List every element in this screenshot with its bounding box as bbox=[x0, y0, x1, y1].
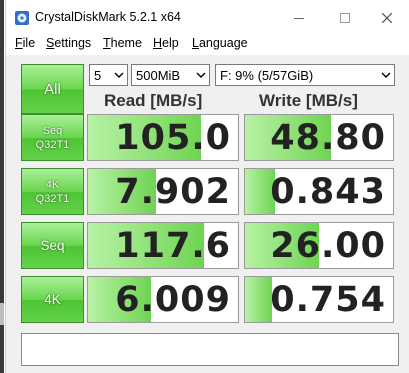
seq-q32t1-button[interactable]: Seq Q32T1 bbox=[21, 114, 84, 161]
read-result-cell: 117.6 bbox=[87, 222, 239, 269]
app-disk-icon bbox=[15, 11, 29, 25]
write-value: 48.80 bbox=[270, 118, 386, 158]
write-value: 26.00 bbox=[270, 226, 386, 266]
row-label-line2: Q32T1 bbox=[35, 192, 70, 205]
read-result-cell: 6.009 bbox=[87, 276, 239, 323]
4k-q32t1-button[interactable]: 4K Q32T1 bbox=[21, 168, 84, 215]
read-value: 7.902 bbox=[115, 172, 231, 212]
row-label-line2: Q32T1 bbox=[35, 138, 70, 151]
drive-select[interactable]: F: 9% (5/57GiB) bbox=[215, 64, 395, 86]
all-button[interactable]: All bbox=[21, 64, 84, 114]
minimize-icon bbox=[294, 17, 304, 19]
read-value: 117.6 bbox=[115, 226, 231, 266]
write-progress-bar bbox=[245, 277, 272, 322]
test-count-value: 5 bbox=[94, 68, 102, 83]
maximize-button[interactable] bbox=[322, 0, 368, 35]
read-result-cell: 7.902 bbox=[87, 168, 239, 215]
write-result-cell: 48.80 bbox=[244, 114, 394, 161]
write-result-cell: 0.843 bbox=[244, 168, 394, 215]
close-button[interactable] bbox=[364, 0, 409, 35]
minimize-button[interactable] bbox=[276, 0, 322, 35]
title-bar: CrystalDiskMark 5.2.1 x64 bbox=[6, 0, 409, 35]
read-value: 105.0 bbox=[115, 118, 231, 158]
menu-file[interactable]: File bbox=[15, 36, 35, 50]
close-icon bbox=[382, 12, 392, 23]
write-column-header: Write [MB/s] bbox=[259, 91, 358, 110]
row-label-line1: Seq bbox=[42, 124, 63, 137]
menu-theme[interactable]: Theme bbox=[103, 36, 142, 50]
row-label-line1: Seq bbox=[40, 238, 65, 253]
read-result-cell: 105.0 bbox=[87, 114, 239, 161]
maximize-icon bbox=[340, 12, 350, 23]
menu-language[interactable]: Language bbox=[192, 36, 248, 50]
comment-field[interactable] bbox=[21, 333, 399, 366]
row-label-line1: 4K bbox=[45, 178, 60, 191]
write-result-cell: 0.754 bbox=[244, 276, 394, 323]
seq-button[interactable]: Seq bbox=[21, 222, 84, 269]
main-panel: All 5 500MiB F: 9% (5/57GiB) Read [MB/s]… bbox=[6, 55, 409, 373]
chevron-down-icon bbox=[110, 65, 127, 85]
background-window-edge bbox=[0, 0, 4, 373]
chevron-down-icon bbox=[377, 65, 394, 85]
menu-help[interactable]: Help bbox=[153, 36, 179, 50]
menu-bar: File Settings Theme Help Language bbox=[6, 35, 409, 55]
drive-value: F: 9% (5/57GiB) bbox=[220, 68, 314, 83]
write-value: 0.843 bbox=[270, 172, 386, 212]
test-size-value: 500MiB bbox=[136, 68, 181, 83]
read-column-header: Read [MB/s] bbox=[104, 91, 203, 110]
row-label-line1: 4K bbox=[44, 292, 61, 307]
read-value: 6.009 bbox=[115, 280, 231, 320]
test-size-select[interactable]: 500MiB bbox=[131, 64, 210, 86]
background-window-notch bbox=[0, 303, 4, 325]
chevron-down-icon bbox=[192, 65, 209, 85]
menu-settings[interactable]: Settings bbox=[46, 36, 91, 50]
write-result-cell: 26.00 bbox=[244, 222, 394, 269]
window-title: CrystalDiskMark 5.2.1 x64 bbox=[35, 10, 181, 24]
4k-button[interactable]: 4K bbox=[21, 276, 84, 323]
app-window: CrystalDiskMark 5.2.1 x64 File Settings … bbox=[5, 0, 409, 373]
write-value: 0.754 bbox=[270, 280, 386, 320]
test-count-select[interactable]: 5 bbox=[89, 64, 128, 86]
